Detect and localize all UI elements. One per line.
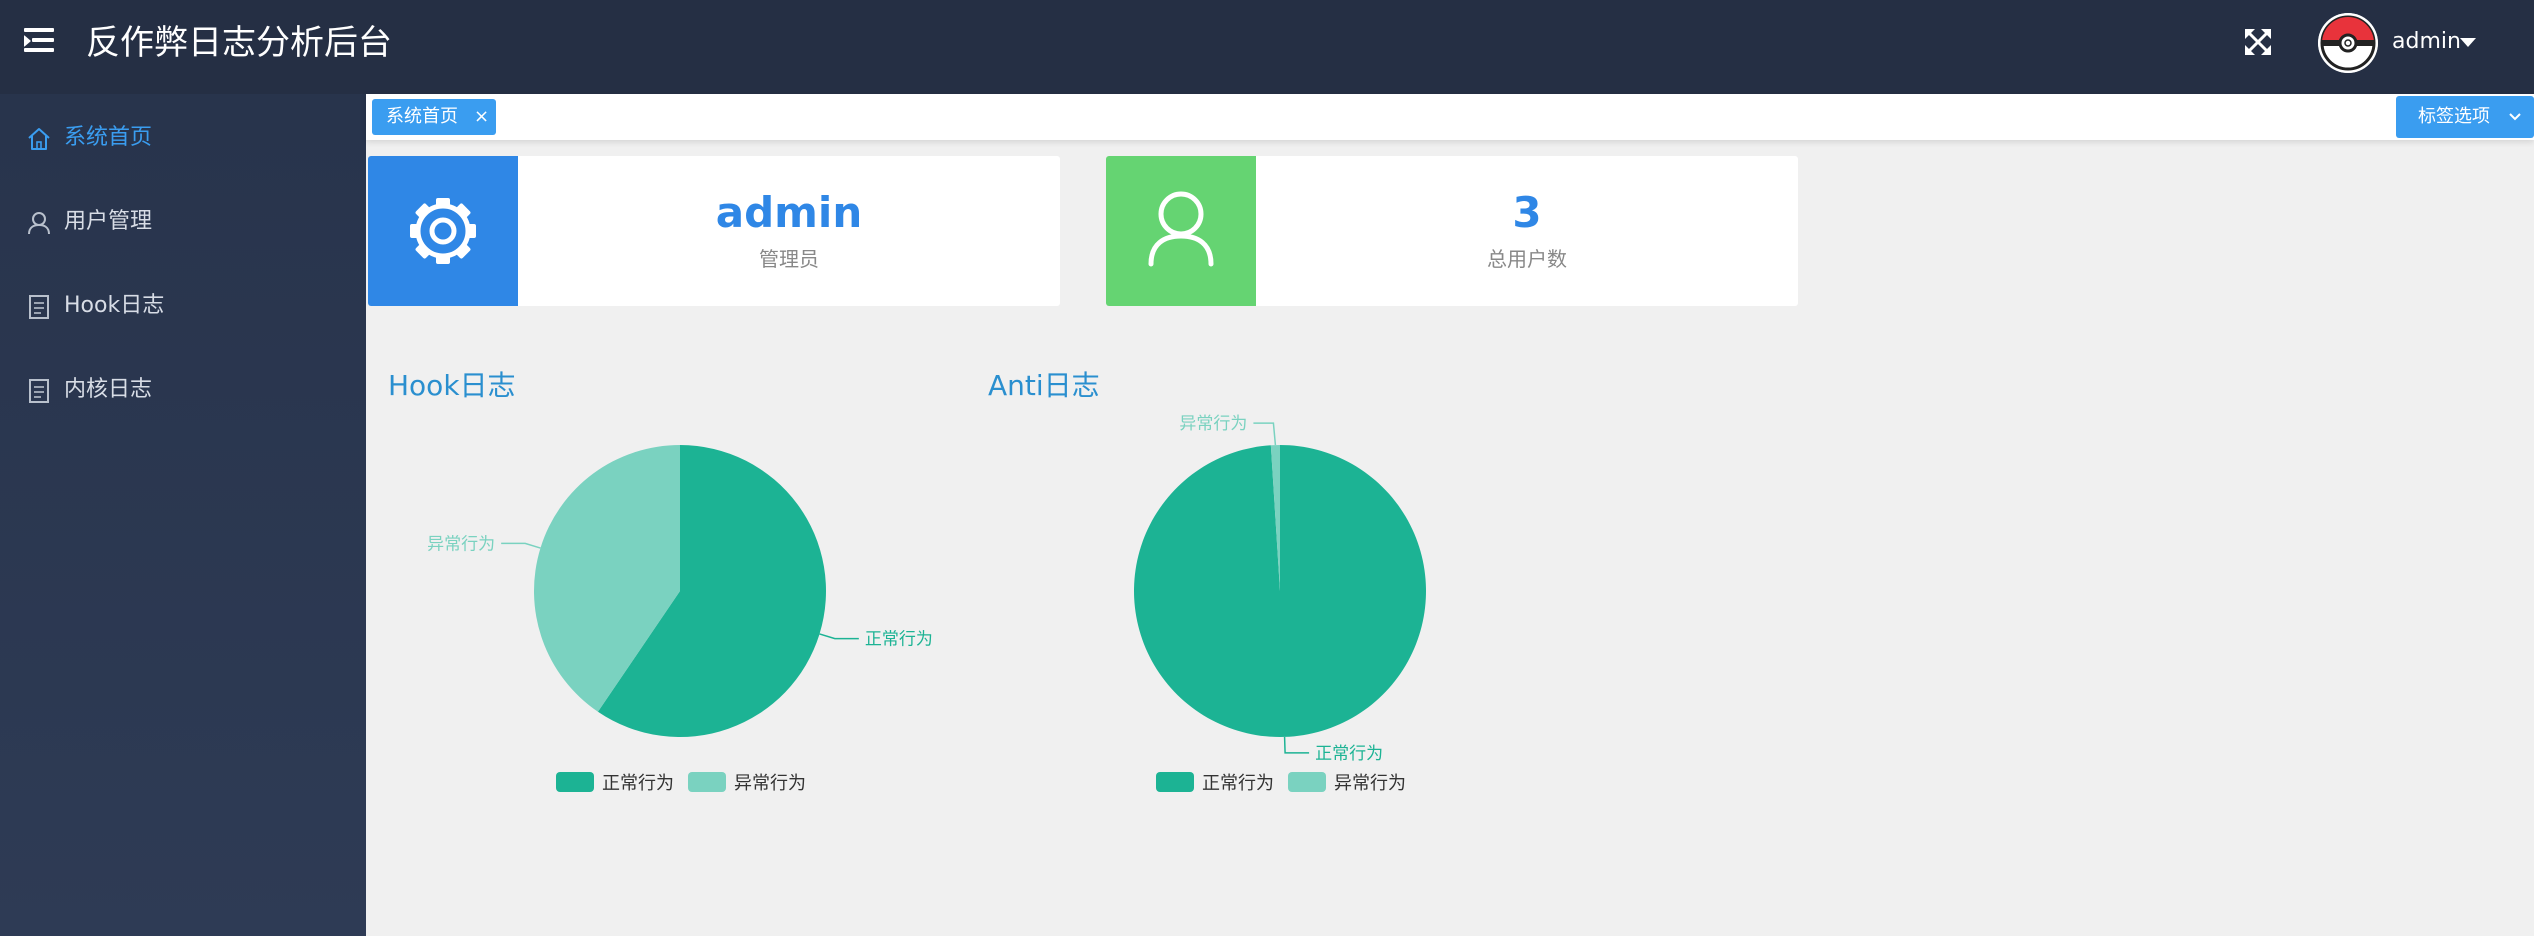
card-label: 总用户数 (1487, 247, 1567, 271)
card-icon-box (368, 156, 518, 306)
document-icon (29, 379, 49, 403)
sidebar-item-label: 内核日志 (64, 377, 153, 402)
sidebar-item-label: 用户管理 (64, 209, 153, 234)
card-icon-box (1106, 156, 1256, 306)
user-name[interactable]: admin (2392, 26, 2461, 58)
tab-options-button[interactable]: 标签选项 (2396, 96, 2534, 138)
tab-options-label: 标签选项 (2418, 106, 2490, 127)
sidebar-item-hook-log[interactable]: Hook日志 (0, 274, 366, 338)
legend-label[interactable]: 异常行为 (1334, 773, 1406, 794)
slice-leader-line (819, 633, 859, 640)
admin-card: admin 管理员 (368, 156, 1060, 306)
pokeball-avatar[interactable] (2318, 13, 2378, 73)
document-icon (29, 295, 49, 319)
sidebar: 系统首页 用户管理 Hook日志 内核日志 (0, 94, 366, 936)
close-icon[interactable]: × (474, 99, 489, 135)
chevron-down-icon[interactable] (2460, 38, 2476, 47)
card-value: admin (715, 188, 863, 237)
home-icon (28, 128, 50, 150)
chevron-down-icon (2509, 113, 2521, 121)
sidebar-item-label: Hook日志 (64, 293, 165, 318)
fullscreen-icon[interactable] (2242, 26, 2274, 58)
user-icon (28, 212, 50, 235)
app-title: 反作弊日志分析后台 (86, 23, 392, 63)
slice-label: 正常行为 (865, 630, 933, 650)
user-icon (1148, 191, 1214, 267)
gear-icon (410, 198, 476, 264)
top-header: 反作弊日志分析后台 admin (0, 0, 2534, 94)
card-value: 3 (1512, 188, 1542, 237)
slice-leader-line (1253, 422, 1277, 446)
legend-swatch[interactable] (556, 772, 594, 792)
legend-label[interactable]: 异常行为 (734, 773, 806, 794)
card-label: 管理员 (759, 247, 819, 271)
legend-swatch[interactable] (1288, 772, 1326, 792)
sidebar-item-label: 系统首页 (64, 125, 153, 150)
tab-home[interactable]: 系统首页 × (372, 99, 496, 135)
slice-leader-line (1283, 736, 1310, 754)
anti-log-pie-chart: 正常行为异常行为正常行为 异常行为 (1134, 414, 1426, 794)
legend-label[interactable]: 正常行为 (1202, 773, 1274, 794)
slice-label: 异常行为 (1179, 414, 1247, 434)
slice-leader-line (501, 542, 541, 549)
legend-swatch[interactable] (688, 772, 726, 792)
legend-label[interactable]: 正常行为 (602, 773, 674, 794)
sidebar-item-kernel-log[interactable]: 内核日志 (0, 358, 366, 422)
sidebar-item-users[interactable]: 用户管理 (0, 190, 366, 254)
hook-log-pie-chart: 正常行为异常行为正常行为 异常行为 (427, 445, 933, 794)
total-users-card: 3 总用户数 (1106, 156, 1798, 306)
sidebar-item-home[interactable]: 系统首页 (0, 106, 366, 170)
menu-icon[interactable] (24, 28, 54, 54)
slice-label: 异常行为 (427, 534, 495, 554)
tab-label: 系统首页 (386, 106, 458, 127)
slice-label: 正常行为 (1315, 744, 1383, 764)
legend-swatch[interactable] (1156, 772, 1194, 792)
tab-bar: 系统首页 × (366, 94, 2534, 140)
